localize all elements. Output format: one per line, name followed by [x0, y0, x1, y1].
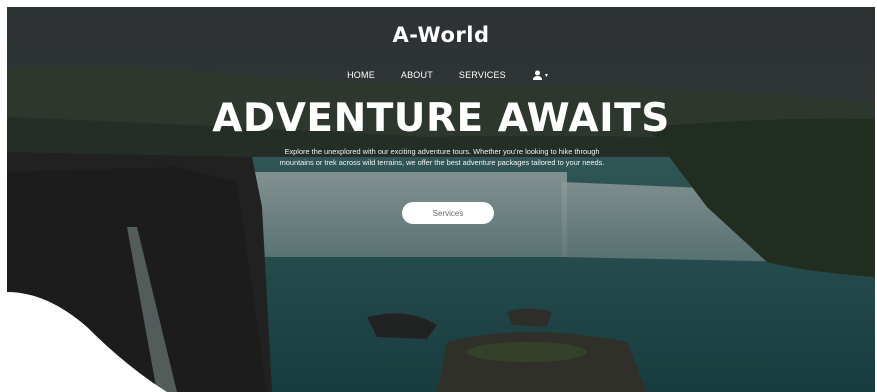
hero-headline: ADVENTURE AWAITS: [212, 96, 670, 141]
bottom-wave-decoration: [7, 292, 167, 392]
hero-description: Explore the unexplored with our exciting…: [279, 147, 605, 167]
hero-section: A-World HOME ABOUT SERVICES ▾ ADVENTURE …: [7, 7, 875, 392]
brand-logo[interactable]: A-World: [7, 23, 875, 47]
chevron-down-icon: ▾: [544, 71, 548, 79]
nav-home-link[interactable]: HOME: [347, 70, 375, 80]
page-frame: A-World HOME ABOUT SERVICES ▾ ADVENTURE …: [0, 0, 877, 392]
user-menu-dropdown[interactable]: ▾: [532, 70, 548, 80]
user-icon: [532, 70, 542, 80]
nav-services-link[interactable]: SERVICES: [459, 70, 506, 80]
main-nav: HOME ABOUT SERVICES ▾: [7, 70, 875, 80]
nav-about-link[interactable]: ABOUT: [401, 70, 433, 80]
services-button[interactable]: Services: [402, 202, 494, 224]
